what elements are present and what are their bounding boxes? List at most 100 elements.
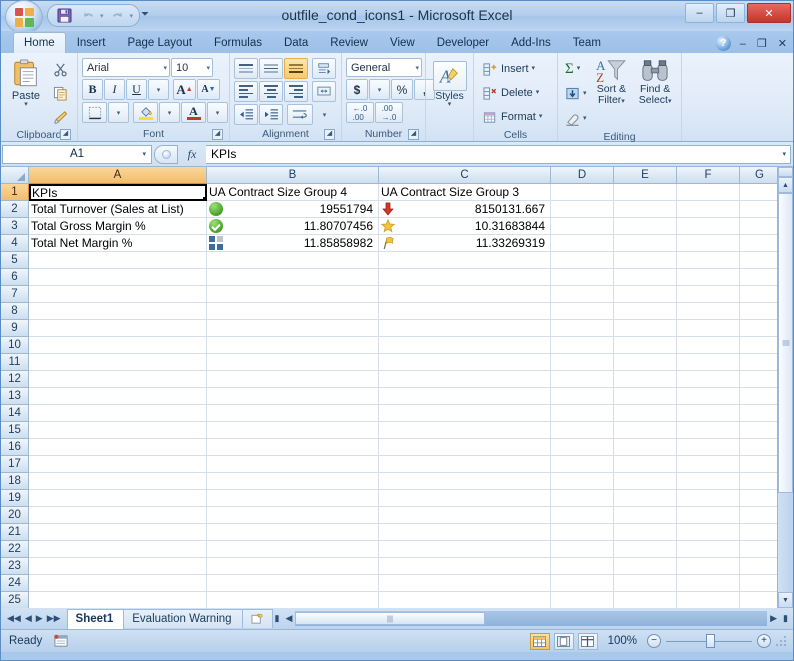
cell-E16[interactable] (614, 439, 677, 456)
cell-F12[interactable] (677, 371, 740, 388)
cell-B15[interactable] (207, 422, 379, 439)
cell-G9[interactable] (740, 320, 777, 337)
cell-G12[interactable] (740, 371, 777, 388)
cell-B16[interactable] (207, 439, 379, 456)
find-select-button[interactable]: Find & Select▾ (633, 57, 677, 106)
cell-A1[interactable]: KPIs (29, 184, 207, 201)
row-header-2[interactable]: 2 (1, 201, 29, 218)
formula-bar-grip[interactable] (154, 144, 178, 164)
select-all-button[interactable] (1, 167, 29, 184)
close-workbook-button[interactable]: ✕ (776, 37, 789, 50)
row-header-6[interactable]: 6 (1, 269, 29, 286)
row-header-4[interactable]: 4 (1, 235, 29, 252)
font-color-caret-icon[interactable]: ▾ (207, 102, 228, 123)
tab-home[interactable]: Home (13, 32, 66, 53)
row-header-15[interactable]: 15 (1, 422, 29, 439)
cell-F4[interactable] (677, 235, 740, 252)
cell-C25[interactable] (379, 592, 551, 608)
cell-E20[interactable] (614, 507, 677, 524)
cell-F3[interactable] (677, 218, 740, 235)
cell-E6[interactable] (614, 269, 677, 286)
cell-B18[interactable] (207, 473, 379, 490)
decrease-indent-button[interactable] (234, 104, 258, 125)
fill-caret-icon[interactable]: ▾ (583, 90, 587, 97)
cell-G4[interactable] (740, 235, 777, 252)
scroll-down-button[interactable]: ▼ (778, 592, 793, 608)
cell-C15[interactable] (379, 422, 551, 439)
restore-workbook-button[interactable]: ❐ (755, 37, 769, 50)
zoom-slider-knob[interactable] (706, 633, 715, 648)
prev-sheet-button[interactable]: ◀ (25, 613, 32, 624)
h-scroll-left-button[interactable]: ◀ (283, 613, 296, 624)
cell-D24[interactable] (551, 575, 614, 592)
cell-E1[interactable] (614, 184, 677, 201)
cell-E2[interactable] (614, 201, 677, 218)
row-header-12[interactable]: 12 (1, 371, 29, 388)
cell-C10[interactable] (379, 337, 551, 354)
row-header-5[interactable]: 5 (1, 252, 29, 269)
borders-caret-icon[interactable]: ▾ (108, 102, 129, 123)
cell-B22[interactable] (207, 541, 379, 558)
cell-G17[interactable] (740, 456, 777, 473)
close-button[interactable]: ✕ (747, 3, 791, 23)
cell-B17[interactable] (207, 456, 379, 473)
cell-E15[interactable] (614, 422, 677, 439)
cell-B9[interactable] (207, 320, 379, 337)
zoom-slider[interactable]: − + (647, 633, 771, 648)
undo-button[interactable] (78, 6, 98, 25)
alignment-dialog-launcher[interactable]: ◢ (324, 129, 335, 140)
row-header-10[interactable]: 10 (1, 337, 29, 354)
tab-team[interactable]: Team (562, 32, 612, 53)
borders-button[interactable] (82, 102, 107, 123)
row-header-14[interactable]: 14 (1, 405, 29, 422)
cell-C12[interactable] (379, 371, 551, 388)
cell-A25[interactable] (29, 592, 207, 608)
cell-B1[interactable]: UA Contract Size Group 4 (207, 184, 379, 201)
cell-G14[interactable] (740, 405, 777, 422)
cell-A12[interactable] (29, 371, 207, 388)
tab-formulas[interactable]: Formulas (203, 32, 273, 53)
cell-C14[interactable] (379, 405, 551, 422)
cell-C22[interactable] (379, 541, 551, 558)
cell-E13[interactable] (614, 388, 677, 405)
column-header-a[interactable]: A (29, 167, 207, 184)
cell-A6[interactable] (29, 269, 207, 286)
row-header-22[interactable]: 22 (1, 541, 29, 558)
column-header-f[interactable]: F (677, 167, 740, 184)
cell-D17[interactable] (551, 456, 614, 473)
vertical-scroll-thumb[interactable] (778, 193, 793, 493)
row-header-7[interactable]: 7 (1, 286, 29, 303)
cell-G11[interactable] (740, 354, 777, 371)
insert-cells-caret-icon[interactable]: ▾ (532, 65, 536, 72)
cell-B13[interactable] (207, 388, 379, 405)
cell-D15[interactable] (551, 422, 614, 439)
cell-F1[interactable] (677, 184, 740, 201)
resize-grip-icon[interactable] (775, 635, 787, 647)
cell-A14[interactable] (29, 405, 207, 422)
cell-C16[interactable] (379, 439, 551, 456)
tab-developer[interactable]: Developer (426, 32, 500, 53)
cell-F8[interactable] (677, 303, 740, 320)
cell-F5[interactable] (677, 252, 740, 269)
cell-B23[interactable] (207, 558, 379, 575)
row-header-19[interactable]: 19 (1, 490, 29, 507)
merge-center-button[interactable] (312, 81, 336, 102)
font-size-combo[interactable]: 10 ▾ (171, 58, 213, 77)
cell-D16[interactable] (551, 439, 614, 456)
cell-A4[interactable]: Total Net Margin % (29, 235, 207, 252)
page-break-view-button[interactable] (577, 632, 598, 650)
cell-E18[interactable] (614, 473, 677, 490)
font-name-caret-icon[interactable]: ▾ (160, 64, 167, 72)
cell-G7[interactable] (740, 286, 777, 303)
wrap-text-caret-icon[interactable]: ▾ (314, 104, 335, 125)
cell-E4[interactable] (614, 235, 677, 252)
tab-add-ins[interactable]: Add-Ins (500, 32, 562, 53)
bold-button[interactable]: B (82, 79, 103, 100)
cell-B14[interactable] (207, 405, 379, 422)
cell-A3[interactable]: Total Gross Margin % (29, 218, 207, 235)
delete-cells-button[interactable]: Delete ▾ (478, 81, 544, 105)
cell-G20[interactable] (740, 507, 777, 524)
autosum-caret-icon[interactable]: ▾ (577, 65, 581, 72)
first-sheet-button[interactable]: ◀◀ (7, 613, 21, 624)
formula-input[interactable]: KPIs ▾ (206, 144, 791, 164)
